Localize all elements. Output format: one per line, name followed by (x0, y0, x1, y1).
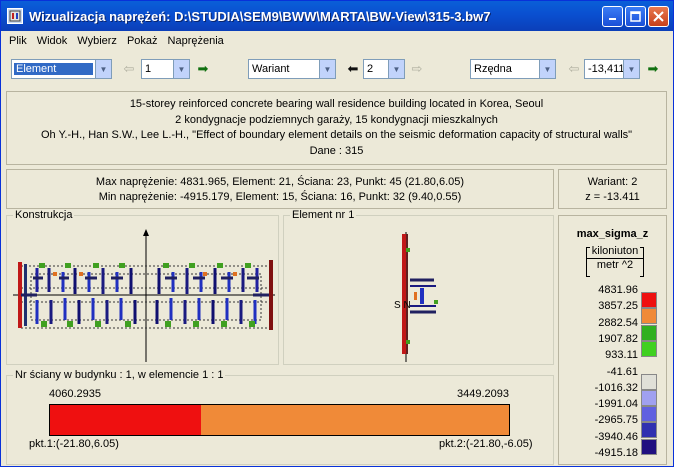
arrow-right-icon: ⇨ (411, 61, 423, 76)
wariant-number-value: 2 (367, 63, 374, 75)
wall-info-title: Nr ściany w budynku : 1, w elemencie 1 :… (13, 369, 226, 381)
arrow-right-icon: ➡ (647, 61, 659, 76)
info-line-3: Oh Y.-H., Han S.W., Lee L.-H., "Effect o… (40, 129, 633, 141)
legend-unit: kiloniuton metr ^2 (586, 245, 644, 281)
variant-panel: Wariant: 2 z = -13.411 (558, 169, 667, 209)
arrow-right-icon: ➡ (197, 61, 209, 76)
legend-unit-denominator: metr ^2 (596, 259, 634, 271)
legend-swatch (641, 340, 657, 357)
menu-widok[interactable]: Widok (33, 35, 74, 47)
chevron-down-icon[interactable]: ▼ (319, 60, 335, 78)
menu-plik[interactable]: Plik (5, 35, 33, 47)
wall-right-value: 3449.2093 (457, 388, 509, 400)
app-icon (7, 8, 23, 24)
legend-label: -41.61 (606, 365, 638, 378)
main-window: Wizualizacja naprężeń: D:\STUDIA\SEM9\BW… (0, 0, 674, 467)
structure-plan-view[interactable] (7, 216, 278, 364)
legend-title: max_sigma_z (576, 228, 649, 240)
konstrukcja-group: Konstrukcja (6, 209, 279, 365)
window-title: Wizualizacja naprężeń: D:\STUDIA\SEM9\BW… (29, 8, 491, 24)
legend-label: 2882.54 (598, 316, 638, 329)
toolbar: Element ▼ ⇦ 1 ▼ ➡ Wariant ▼ ⬅ 2 ▼ ⇨ Rzęd… (1, 53, 673, 85)
arrow-left-icon: ⇦ (568, 61, 580, 76)
minimize-icon (608, 18, 616, 20)
prev-element-button[interactable]: ⇦ (119, 59, 139, 79)
menu-wybierz[interactable]: Wybierz (73, 35, 123, 47)
wall-stress-group: Nr ściany w budynku : 1, w elemencie 1 :… (6, 369, 554, 465)
wall-stress-bar-left (50, 405, 202, 435)
wall-stress-bar (49, 404, 510, 436)
legend-label: -2965.75 (594, 414, 638, 427)
legend-swatch (641, 406, 657, 423)
menu-pokaz[interactable]: Pokaż (123, 35, 164, 47)
close-button[interactable] (648, 5, 669, 27)
legend-label: 4831.96 (598, 284, 638, 296)
info-line-2: 2 kondygnacje podziemnych garaży, 15 kon… (175, 113, 498, 126)
element-type-select[interactable]: Element ▼ (11, 59, 112, 79)
legend-label: 3857.25 (598, 300, 638, 313)
wall-stress-bar-right (201, 405, 509, 435)
legend-swatch (641, 422, 657, 439)
title-bar[interactable]: Wizualizacja naprężeń: D:\STUDIA\SEM9\BW… (1, 1, 673, 31)
building-info-panel: 15-storey reinforced concrete bearing wa… (6, 91, 667, 165)
legend-swatch (641, 324, 657, 341)
legend-label: -4915.18 (594, 447, 638, 459)
min-stress-text: Min naprężenie: -4915.179, Element: 15, … (98, 191, 462, 203)
legend-swatch (641, 373, 657, 390)
next-rzedna-button[interactable]: ➡ (643, 59, 663, 79)
arrow-left-icon: ⇦ (123, 61, 135, 76)
element-plan-view[interactable] (284, 216, 553, 364)
wariant-number-select[interactable]: 2 ▼ (363, 59, 405, 79)
chevron-down-icon[interactable]: ▼ (539, 60, 555, 78)
legend-label: -1016.32 (594, 381, 638, 394)
color-legend-panel: max_sigma_z kiloniuton metr ^2 4831.96 38… (558, 215, 667, 465)
wall-left-value: 4060.2935 (49, 388, 101, 400)
element-type-value: Element (14, 63, 93, 75)
legend-label: 1907.82 (598, 332, 638, 345)
z-level-text: z = -13.411 (585, 191, 640, 203)
chevron-down-icon[interactable]: ▼ (95, 60, 111, 78)
rzedna-type-select[interactable]: Rzędna ▼ (470, 59, 556, 79)
legend-unit-numerator: kiloniuton (586, 245, 644, 259)
rzedna-value: -13,411 (588, 63, 623, 75)
info-line-4: Dane : 315 (309, 144, 364, 157)
menu-bar: Plik Widok Wybierz Pokaż Naprężenia (1, 31, 673, 51)
info-line-1: 15-storey reinforced concrete bearing wa… (129, 98, 544, 110)
rzedna-value-select[interactable]: -13,411 ▼ (584, 59, 640, 79)
menu-naprezenia[interactable]: Naprężenia (164, 35, 230, 47)
legend-label: -3940.46 (594, 430, 638, 443)
next-element-button[interactable]: ➡ (193, 59, 213, 79)
prev-wariant-button[interactable]: ⬅ (343, 59, 363, 79)
chevron-down-icon[interactable]: ▼ (388, 60, 404, 78)
legend-swatch (641, 292, 657, 308)
variant-text: Wariant: 2 (587, 176, 638, 188)
arrow-left-icon: ⬅ (347, 61, 359, 76)
chevron-down-icon[interactable]: ▼ (623, 60, 639, 78)
element-number-select[interactable]: 1 ▼ (141, 59, 190, 79)
next-wariant-button[interactable]: ⇨ (407, 59, 427, 79)
maximize-button[interactable] (625, 5, 646, 27)
legend-label: 933.11 (605, 349, 638, 362)
element-group: Element nr 1 S N (283, 209, 554, 365)
legend-swatch (641, 438, 657, 455)
stress-stats-panel: Max naprężenie: 4831.965, Element: 21, Ś… (6, 169, 554, 209)
legend-label: -1991.04 (594, 398, 638, 411)
max-stress-text: Max naprężenie: 4831.965, Element: 21, Ś… (95, 176, 465, 188)
point-1-label: pkt.1:(-21.80,6.05) (29, 438, 119, 450)
maximize-icon (630, 10, 641, 22)
wariant-type-select[interactable]: Wariant ▼ (248, 59, 336, 79)
close-icon (653, 10, 664, 22)
rzedna-type-value: Rzędna (474, 63, 512, 75)
legend-swatch (641, 308, 657, 325)
element-number-value: 1 (145, 63, 152, 75)
prev-rzedna-button[interactable]: ⇦ (564, 59, 584, 79)
legend-swatch (641, 389, 657, 406)
point-2-label: pkt.2:(-21.80,-6.05) (439, 438, 533, 450)
element-node-label: S N (394, 300, 411, 311)
minimize-button[interactable] (602, 5, 623, 27)
chevron-down-icon[interactable]: ▼ (173, 60, 189, 78)
wariant-type-value: Wariant (252, 63, 290, 75)
